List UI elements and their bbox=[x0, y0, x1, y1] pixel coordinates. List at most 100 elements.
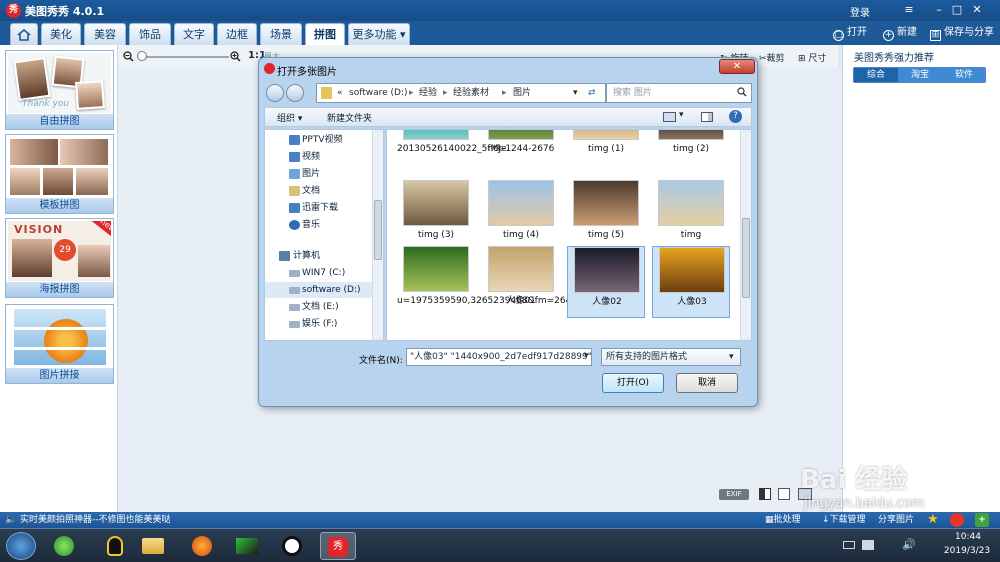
fit-view-icon[interactable] bbox=[778, 488, 790, 500]
share-image-label[interactable]: 分享图片 bbox=[878, 512, 914, 528]
keyboard-icon[interactable] bbox=[843, 541, 855, 549]
file-item[interactable]: 人像03 bbox=[652, 246, 730, 318]
image-stitch-card[interactable]: 图片拼接 bbox=[5, 304, 114, 384]
poster-collage-card[interactable]: VISION 29 new 海报拼图 bbox=[5, 218, 114, 298]
taskbar-media-player[interactable] bbox=[229, 532, 265, 560]
tab-scene[interactable]: 场景 bbox=[260, 23, 302, 45]
network-icon[interactable] bbox=[862, 540, 874, 550]
nav-scroll-thumb[interactable] bbox=[374, 200, 382, 260]
zoom-in-icon[interactable] bbox=[230, 51, 241, 62]
file-item[interactable]: 人像02 bbox=[567, 246, 645, 318]
status-hint[interactable]: 实时美颜拍照神器--不修图也能美美哒 bbox=[20, 512, 171, 528]
view-dropdown-icon[interactable]: ▾ bbox=[679, 110, 684, 120]
taskbar-meitu[interactable]: 秀 bbox=[320, 532, 356, 560]
tab-software[interactable]: 软件 bbox=[942, 68, 986, 82]
nav-item-pictures[interactable]: 图片 bbox=[265, 166, 375, 182]
dialog-close-button[interactable]: ✕ bbox=[719, 59, 755, 74]
crop-button[interactable]: ✂裁剪 bbox=[759, 51, 785, 64]
tab-text[interactable]: 文字 bbox=[174, 23, 214, 45]
login-link[interactable]: 登录 bbox=[850, 4, 870, 19]
download-manager-button[interactable]: ↓下载管理 bbox=[822, 512, 866, 528]
nav-item-thunder-downloads[interactable]: 迅雷下载 bbox=[265, 200, 375, 216]
taskbar-qq[interactable] bbox=[97, 532, 133, 560]
tab-beauty[interactable]: 美容 bbox=[84, 23, 126, 45]
nav-item-drive-f[interactable]: 娱乐 (F:) bbox=[265, 316, 375, 332]
close-button[interactable]: ✕ bbox=[970, 3, 984, 17]
tab-taobao[interactable]: 淘宝 bbox=[898, 68, 942, 82]
menu-icon[interactable]: ≡ bbox=[902, 3, 916, 17]
template-collage-card[interactable]: 模板拼图 bbox=[5, 134, 114, 214]
organize-menu[interactable]: 组织 ▾ bbox=[277, 111, 302, 124]
taskbar-explorer[interactable] bbox=[135, 532, 171, 560]
nav-item-computer[interactable]: 计算机 bbox=[265, 248, 375, 264]
file-item[interactable]: ntk-1244-2676 bbox=[482, 130, 560, 178]
view-mode-icon[interactable] bbox=[663, 112, 676, 122]
tab-more-functions[interactable]: 更多功能 ▾ bbox=[348, 23, 410, 45]
batch-button[interactable]: ▦批处理 bbox=[765, 512, 801, 528]
nav-item-videos[interactable]: 视频 bbox=[265, 149, 375, 165]
file-list-scrollbar[interactable] bbox=[740, 130, 751, 340]
nav-item-pptv[interactable]: PPTV视频 bbox=[265, 132, 375, 148]
clock-time[interactable]: 10:44 bbox=[940, 532, 996, 542]
new-folder-button[interactable]: 新建文件夹 bbox=[327, 111, 372, 124]
file-item[interactable]: u=1975359590,3265239468&fm=26&gp=0 bbox=[397, 246, 597, 318]
breadcrumb-drive[interactable]: software (D:) bbox=[349, 84, 408, 102]
file-scroll-thumb[interactable] bbox=[742, 218, 750, 298]
forward-button[interactable] bbox=[286, 84, 304, 102]
file-item[interactable]: timg bbox=[652, 180, 730, 252]
nav-item-music[interactable]: 音乐 bbox=[265, 217, 375, 233]
filename-input[interactable]: "人像03" "1440x900_2d7edf917d28899" " bbox=[406, 348, 592, 366]
tab-general[interactable]: 综合 bbox=[854, 68, 898, 82]
file-item[interactable]: timg (4) bbox=[482, 180, 560, 252]
exif-badge[interactable]: EXIF bbox=[719, 489, 749, 500]
breadcrumb-experience[interactable]: 经验 bbox=[419, 84, 437, 102]
zoom-out-icon[interactable] bbox=[123, 51, 134, 62]
file-item[interactable]: 人像01 bbox=[482, 246, 560, 318]
nav-pane-scrollbar[interactable] bbox=[372, 130, 383, 340]
tab-accessories[interactable]: 饰品 bbox=[129, 23, 171, 45]
file-item[interactable]: timg (3) bbox=[397, 180, 475, 252]
back-button[interactable] bbox=[266, 84, 284, 102]
address-bar[interactable]: « software (D:) ▸ 经验 ▸ 经验素材 ▸ 图片 ▾ ⇄ bbox=[316, 83, 606, 103]
new-button[interactable]: + 新建 bbox=[883, 26, 917, 41]
tab-home[interactable] bbox=[10, 23, 38, 45]
taskbar-recorder[interactable] bbox=[274, 532, 310, 560]
nav-item-documents[interactable]: 文档 bbox=[265, 183, 375, 199]
cancel-button[interactable]: 取消 bbox=[676, 373, 738, 393]
save-share-button[interactable]: ⊞ 保存与分享 bbox=[930, 26, 994, 41]
filename-dropdown-icon[interactable]: ▾ bbox=[584, 351, 589, 361]
search-input[interactable]: 搜索 图片 bbox=[606, 83, 752, 103]
help-icon[interactable]: ? bbox=[729, 110, 742, 123]
taskbar-360-browser[interactable] bbox=[46, 532, 82, 560]
start-button[interactable] bbox=[6, 532, 36, 560]
volume-icon[interactable]: 🔊 bbox=[902, 538, 916, 551]
taskbar-firefox[interactable] bbox=[184, 532, 220, 560]
free-collage-card[interactable]: Thank you 自由拼图 bbox=[5, 50, 114, 130]
nav-item-drive-d[interactable]: software (D:) bbox=[265, 282, 375, 298]
file-item[interactable]: timg (1) bbox=[567, 130, 645, 178]
file-item[interactable]: timg (5) bbox=[567, 180, 645, 252]
maximize-button[interactable]: □ bbox=[950, 3, 964, 17]
add-icon[interactable]: + bbox=[975, 513, 989, 527]
breadcrumb-pictures[interactable]: 图片 bbox=[513, 84, 531, 102]
compare-icon[interactable] bbox=[759, 488, 771, 500]
refresh-icon[interactable]: ⇄ bbox=[588, 84, 596, 102]
preview-pane-icon[interactable] bbox=[701, 112, 713, 122]
tab-border[interactable]: 边框 bbox=[217, 23, 257, 45]
fullscreen-icon[interactable] bbox=[798, 488, 812, 500]
star-icon[interactable]: ★ bbox=[927, 513, 941, 527]
nav-item-drive-c[interactable]: WIN7 (C:) bbox=[265, 265, 375, 281]
minimize-button[interactable]: – bbox=[932, 3, 946, 17]
weibo-icon[interactable] bbox=[950, 513, 964, 527]
file-item[interactable]: 20130526140022_5fMJe bbox=[397, 130, 507, 178]
tab-beautify[interactable]: 美化 bbox=[41, 23, 81, 45]
open-button[interactable]: □ 打开 bbox=[833, 26, 867, 41]
breadcrumb-materials[interactable]: 经验素材 bbox=[453, 84, 489, 102]
zoom-slider-handle[interactable] bbox=[137, 51, 147, 61]
zoom-slider[interactable] bbox=[139, 56, 229, 58]
open-file-button[interactable]: 打开(O) bbox=[602, 373, 664, 393]
file-type-select[interactable]: 所有支持的图片格式 ▾ bbox=[601, 348, 741, 366]
size-button[interactable]: ⊞ 尺寸 bbox=[798, 51, 826, 64]
address-dropdown-icon[interactable]: ▾ bbox=[573, 84, 578, 102]
clock-date[interactable]: 2019/3/23 bbox=[938, 546, 996, 556]
